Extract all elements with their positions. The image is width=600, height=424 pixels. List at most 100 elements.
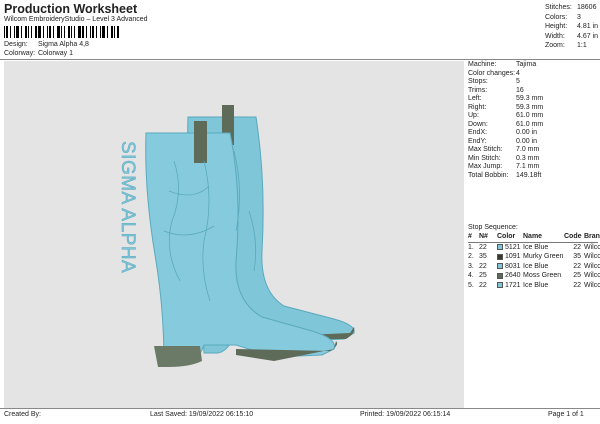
- col-header: Color: [497, 233, 516, 241]
- machine-info-value: 149.18ft: [516, 171, 542, 179]
- col-header: Name: [523, 233, 543, 241]
- color-name: Murky Green: [523, 253, 564, 261]
- barcode-bar: [61, 26, 62, 38]
- needle-number: 25: [479, 272, 487, 280]
- table-row: 3.228031Ice Blue22Wilcom: [468, 262, 600, 272]
- last-saved: Last Saved: 19/09/2022 06:15:10: [150, 411, 254, 418]
- footer-divider: [0, 408, 600, 409]
- thread-code: 22: [573, 281, 581, 289]
- color-number: 5121: [505, 243, 521, 251]
- stat-label: Zoom:: [545, 42, 565, 49]
- machine-info-value: 7.0 mm: [516, 146, 540, 153]
- row-index: 5.: [468, 281, 474, 289]
- colorway-value: Colorway 1: [37, 50, 73, 57]
- barcode-bar: [43, 26, 44, 38]
- color-number: 1091: [505, 253, 521, 261]
- barcode-bar: [71, 26, 72, 38]
- barcode-bar: [38, 26, 41, 38]
- machine-info-row: Total Bobbin: 149.18ft: [468, 172, 543, 181]
- machine-info-value: 7.1 mm: [516, 163, 540, 170]
- color-name: Ice Blue: [523, 243, 549, 251]
- machine-info-value: Tajima: [516, 61, 537, 68]
- sigma-alpha-artwork: SIGMA ALPHA: [118, 141, 138, 274]
- machine-info-row: Max Jump: 7.1 mm: [468, 163, 543, 172]
- stat-value: 3: [577, 13, 581, 21]
- machine-info-label: Total Bobbin:: [468, 171, 509, 179]
- barcode-bar: [64, 26, 65, 38]
- barcode-bar: [35, 26, 37, 38]
- machine-info-label: Stops:: [468, 78, 488, 85]
- col-header: Code: [564, 233, 582, 241]
- barcode-bar: [74, 26, 75, 38]
- color-cell: 1091: [497, 253, 523, 260]
- row-index: 3.: [468, 262, 474, 270]
- needle-number: 35: [479, 253, 487, 261]
- color-name: Ice Blue: [523, 262, 549, 270]
- barcode-bar: [107, 26, 108, 38]
- table-row: 4.252640Moss Green25Wilcom: [468, 271, 600, 281]
- machine-info-label: Trims:: [468, 86, 488, 94]
- top-stats: Stitches: 18606 Colors: 3 Height: 4.81 in W…: [545, 3, 598, 51]
- design-value: Sigma Alpha 4,8: [37, 41, 89, 48]
- machine-info-value: 0.00 in: [516, 129, 538, 136]
- design-row: Design: Sigma Alpha 4,8: [4, 41, 89, 48]
- machine-info-value: 61.0 mm: [516, 112, 544, 119]
- barcode-bar: [53, 26, 54, 38]
- col-header: #: [468, 233, 472, 241]
- software-subtitle: Wilcom EmbroideryStudio – Level 3 Advanc…: [4, 16, 148, 23]
- front-pull-tab: [194, 121, 207, 163]
- machine-info-row: Trims: 16: [468, 87, 543, 96]
- machine-info-label: Machine:: [468, 61, 497, 68]
- color-number: 2640: [505, 272, 521, 280]
- machine-info-label: Min Stitch:: [468, 154, 501, 162]
- barcode-bar: [111, 26, 113, 38]
- machine-info-value: 16: [516, 86, 524, 94]
- machine-info-row: EndX: 0.00 in: [468, 129, 543, 138]
- color-cell: 2640: [497, 272, 523, 279]
- barcode-bar: [114, 26, 115, 38]
- barcode-bar: [102, 26, 105, 38]
- page-number: Page 1 of 1: [548, 411, 584, 418]
- machine-info-value: 59.3 mm: [516, 103, 544, 111]
- color-swatch: [497, 244, 503, 251]
- color-name: Moss Green: [523, 272, 562, 280]
- machine-info-row: Stops: 5: [468, 78, 543, 87]
- heel: [154, 346, 202, 367]
- color-cell: 5121: [497, 244, 523, 251]
- machine-info-row: Right: 59.3 mm: [468, 104, 543, 113]
- stop-sequence-heading: Stop Sequence:: [468, 224, 518, 231]
- barcode: [4, 26, 124, 38]
- color-swatch: [497, 263, 503, 270]
- color-cell: 1721: [497, 282, 523, 289]
- stat-label: Width:: [545, 32, 565, 40]
- boots-artwork: [145, 105, 355, 367]
- barcode-bar: [90, 26, 91, 38]
- barcode-bar: [57, 26, 60, 38]
- created-by: Created By:: [4, 411, 41, 418]
- stat-label: Stitches:: [545, 4, 572, 11]
- barcode-bar: [68, 26, 70, 38]
- machine-info-label: Right:: [468, 103, 487, 111]
- barcode-bar: [47, 26, 48, 38]
- machine-info-label: Up:: [468, 112, 479, 119]
- needle-number: 22: [479, 281, 487, 289]
- barcode-bar: [117, 26, 119, 38]
- barcode-bar: [92, 26, 94, 38]
- machine-info-value: 5: [516, 78, 520, 85]
- machine-info-row: Left: 59.3 mm: [468, 95, 543, 104]
- stat-value: 1:1: [577, 42, 587, 49]
- stat-label: Height:: [545, 23, 568, 30]
- thread-brand: Wilcom: [584, 262, 600, 270]
- barcode-bar: [21, 26, 22, 38]
- color-cell: 8031: [497, 263, 523, 270]
- machine-info-row: Color changes: 4: [468, 70, 543, 79]
- machine-info-value: 59.3 mm: [516, 95, 544, 102]
- table-header: # N# Color Name Code Brand: [468, 232, 600, 243]
- machine-info-row: Down: 61.0 mm: [468, 121, 543, 130]
- barcode-bar: [4, 26, 5, 38]
- barcode-bar: [16, 26, 19, 38]
- stat-row: Zoom: 1:1: [545, 41, 598, 51]
- machine-info-value: 61.0 mm: [516, 120, 544, 128]
- thread-brand: Wilcom: [584, 272, 600, 280]
- barcode-bar: [6, 26, 8, 38]
